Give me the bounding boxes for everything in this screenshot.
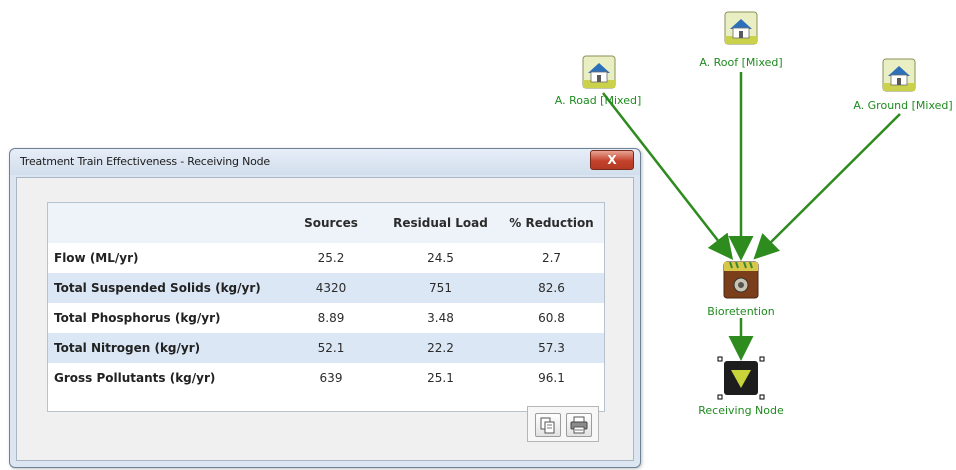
results-table: Sources Residual Load % Reduction Flow (…	[48, 203, 604, 393]
node-label-a-ground: A. Ground [Mixed]	[853, 99, 953, 112]
cell-sources: 8.89	[317, 311, 345, 325]
cell-residual: 3.48	[427, 311, 454, 325]
close-icon: X	[607, 153, 617, 167]
header-residual-load: Residual Load	[382, 203, 499, 243]
cell-reduction: 2.7	[541, 251, 562, 265]
row-label: Total Suspended Solids (kg/yr)	[48, 273, 280, 303]
row-label: Gross Pollutants (kg/yr)	[54, 371, 216, 385]
cell-sources: 4320	[280, 273, 382, 303]
treatment-train-dialog: Treatment Train Effectiveness - Receivin…	[9, 148, 641, 468]
node-label-bioretention: Bioretention	[707, 305, 775, 318]
row-label: Flow (ML/yr)	[54, 251, 139, 265]
table-header-row: Sources Residual Load % Reduction	[48, 203, 604, 243]
dialog-titlebar[interactable]: Treatment Train Effectiveness - Receivin…	[10, 149, 640, 175]
copy-icon	[540, 417, 555, 434]
cell-reduction: 60.8	[538, 311, 565, 325]
cell-residual: 24.5	[427, 251, 454, 265]
cell-residual: 751	[382, 273, 499, 303]
cell-sources: 25.2	[317, 251, 345, 265]
receiving-node-icon[interactable]	[717, 356, 765, 400]
results-table-panel: Sources Residual Load % Reduction Flow (…	[47, 202, 605, 412]
cell-residual: 25.1	[427, 371, 454, 385]
cell-residual: 22.2	[382, 333, 499, 363]
cell-reduction: 57.3	[499, 333, 604, 363]
cell-reduction: 96.1	[538, 371, 565, 385]
close-button[interactable]: X	[590, 150, 634, 170]
dialog-title: Treatment Train Effectiveness - Receivin…	[20, 155, 270, 168]
house-icon[interactable]	[724, 11, 758, 45]
node-label-a-road: A. Road [Mixed]	[554, 94, 642, 107]
node-label-receiving: Receiving Node	[698, 404, 784, 417]
table-row: Total Phosphorus (kg/yr) 8.89 3.48 60.8	[48, 303, 604, 333]
link-ground-to-bioretention[interactable]	[753, 113, 901, 260]
table-row: Total Nitrogen (kg/yr) 52.1 22.2 57.3	[48, 333, 604, 363]
table-row: Gross Pollutants (kg/yr) 639 25.1 96.1	[48, 363, 604, 393]
action-button-group	[527, 406, 599, 442]
node-label-a-roof: A. Roof [Mixed]	[699, 56, 783, 69]
header-label	[48, 203, 280, 243]
cell-sources: 639	[319, 371, 343, 385]
cell-reduction: 82.6	[499, 273, 604, 303]
house-icon[interactable]	[882, 58, 916, 92]
row-label: Total Phosphorus (kg/yr)	[54, 311, 221, 325]
copy-button[interactable]	[535, 413, 561, 437]
bioretention-icon[interactable]	[722, 260, 760, 300]
row-label: Total Nitrogen (kg/yr)	[48, 333, 280, 363]
table-row: Total Suspended Solids (kg/yr) 4320 751 …	[48, 273, 604, 303]
table-row: Flow (ML/yr) 25.2 24.5 2.7	[48, 243, 604, 273]
print-button[interactable]	[566, 413, 592, 437]
dialog-client-area: Sources Residual Load % Reduction Flow (…	[16, 177, 634, 461]
print-icon	[570, 416, 588, 434]
header-percent-reduction: % Reduction	[499, 203, 604, 243]
header-sources: Sources	[280, 203, 382, 243]
cell-sources: 52.1	[280, 333, 382, 363]
house-icon[interactable]	[582, 55, 616, 89]
